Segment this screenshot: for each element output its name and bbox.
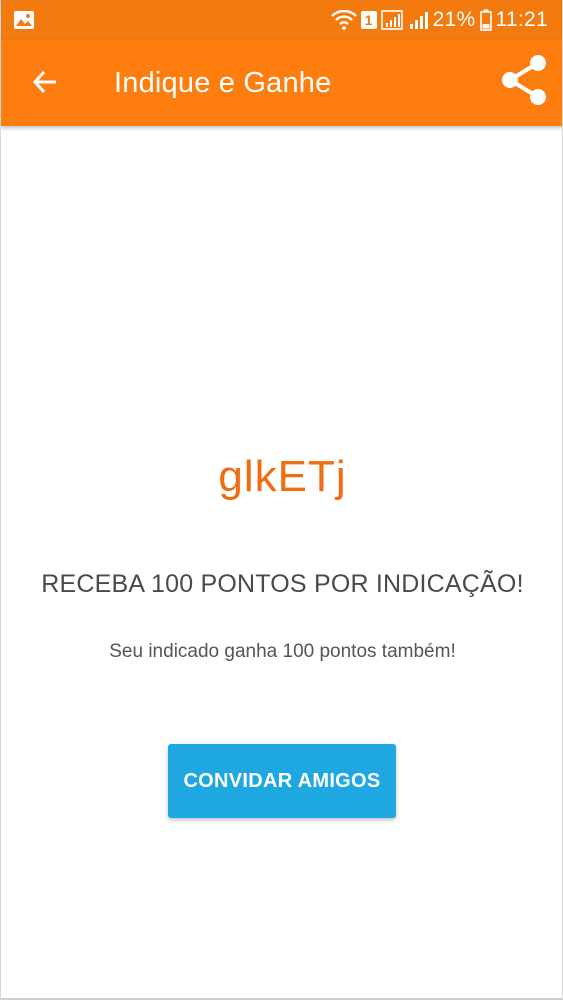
invite-friends-button[interactable]: CONVIDAR AMIGOS — [168, 744, 396, 818]
share-button[interactable] — [496, 54, 552, 110]
wifi-icon — [330, 10, 357, 30]
arrow-left-icon — [31, 68, 59, 101]
app-bar: Indique e Ganhe — [1, 40, 562, 126]
page-title: Indique e Ganhe — [114, 67, 332, 99]
clock: 11:21 — [495, 8, 548, 31]
share-icon — [500, 54, 548, 111]
back-button[interactable] — [23, 62, 67, 106]
screen: 1 21% 11:21 Indique e Ganhe glkETj RECEB… — [0, 0, 563, 1000]
reward-headline: RECEBA 100 PONTOS POR INDICAÇÃO! — [41, 570, 524, 598]
referral-code: glkETj — [218, 452, 347, 501]
status-bar: 1 21% 11:21 — [1, 0, 562, 40]
battery-percent: 21% — [432, 8, 476, 31]
reward-subline: Seu indicado ganha 100 pontos também! — [109, 641, 456, 662]
signal-bars-icon — [409, 10, 429, 30]
signal-icon — [380, 9, 405, 31]
image-notification-icon — [13, 9, 35, 31]
battery-icon — [479, 9, 492, 31]
status-indicators: 1 21% 11:21 — [330, 0, 548, 40]
sim-badge: 1 — [360, 11, 377, 29]
